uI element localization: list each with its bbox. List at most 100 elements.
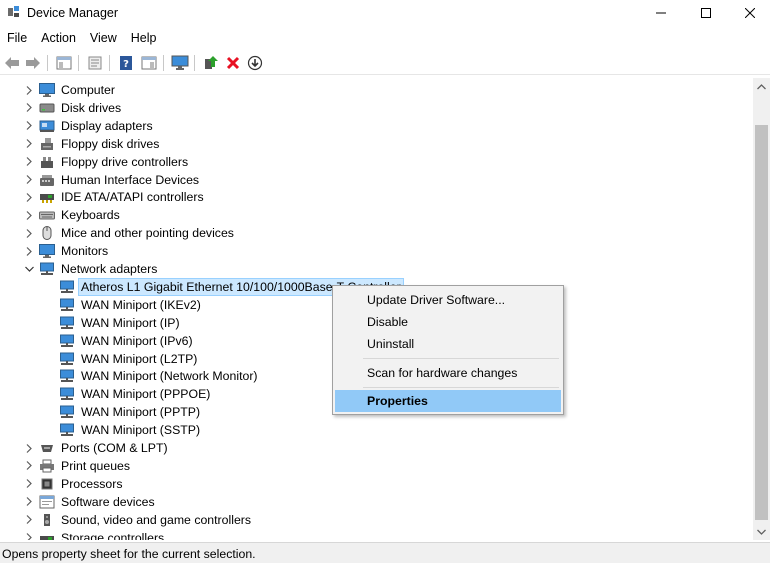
- tree-row[interactable]: Ports (COM & LPT): [23, 439, 743, 457]
- show-hide-console-tree-button[interactable]: [55, 54, 73, 72]
- disable-device-button[interactable]: [246, 54, 264, 72]
- tree-row[interactable]: Display adapters: [23, 117, 743, 135]
- console-tree-icon: [56, 56, 72, 70]
- tree-row-label: Floppy disk drives: [61, 136, 160, 151]
- tree-row[interactable]: Floppy drive controllers: [23, 153, 743, 171]
- toolbar-separator: [109, 55, 110, 71]
- tree-row[interactable]: Processors: [23, 475, 743, 493]
- action-pane-button[interactable]: [140, 54, 158, 72]
- scroll-up-button[interactable]: [753, 78, 770, 95]
- tree-row-label: Ports (COM & LPT): [61, 441, 168, 455]
- uninstall-button[interactable]: [224, 54, 242, 72]
- tree-row-label: WAN Miniport (SSTP): [81, 423, 201, 438]
- menu-file[interactable]: File: [0, 28, 34, 48]
- chevron-down-icon: [24, 266, 34, 272]
- tree-row[interactable]: Storage controllers: [23, 529, 743, 541]
- toolbar-separator: [78, 55, 79, 71]
- tree-row-label: WAN Miniport (IKEv2): [81, 297, 201, 312]
- scroll-thumb[interactable]: [755, 125, 768, 520]
- expand-toggle[interactable]: [23, 475, 35, 493]
- tree-row[interactable]: Print queues: [23, 457, 743, 475]
- chevron-right-icon: [26, 157, 32, 167]
- network-adapter-icon: [59, 369, 75, 383]
- expand-toggle[interactable]: [23, 117, 35, 135]
- monitor-scan-icon: [171, 55, 189, 70]
- expand-toggle[interactable]: [23, 188, 35, 206]
- context-menu-separator: [363, 387, 559, 388]
- tree-row[interactable]: Software devices: [23, 493, 743, 511]
- chevron-right-icon: [26, 121, 32, 131]
- menu-bar: File Action View Help: [0, 28, 770, 48]
- expand-toggle[interactable]: [23, 153, 35, 171]
- expand-toggle[interactable]: [23, 493, 35, 511]
- tree-row[interactable]: Floppy disk drives: [23, 135, 743, 153]
- ide-controller-icon: [39, 190, 55, 204]
- expand-toggle[interactable]: [23, 529, 35, 540]
- network-adapter-icon: [59, 334, 75, 348]
- menu-view[interactable]: View: [83, 28, 124, 48]
- chevron-right-icon: [26, 515, 32, 525]
- title-bar: Device Manager: [0, 0, 770, 26]
- tree-row-label: Storage controllers: [61, 530, 165, 541]
- ctx-properties[interactable]: Properties: [335, 390, 561, 412]
- tree-row[interactable]: IDE ATA/ATAPI controllers: [23, 188, 743, 206]
- tree-row-label: Human Interface Devices: [61, 172, 200, 187]
- context-menu-separator: [363, 358, 559, 359]
- expand-toggle[interactable]: [23, 99, 35, 117]
- tree-row[interactable]: Monitors: [23, 242, 743, 260]
- scroll-down-button[interactable]: [753, 523, 770, 540]
- tree-row[interactable]: Mice and other pointing devices: [23, 224, 743, 242]
- network-adapter-icon: [59, 298, 75, 312]
- tree-row[interactable]: Keyboards: [23, 206, 743, 224]
- menu-help[interactable]: Help: [124, 28, 164, 48]
- network-adapter-icon: [59, 387, 75, 401]
- display-adapter-icon: [39, 119, 55, 133]
- help-toolbar-button[interactable]: ?: [117, 54, 135, 72]
- ctx-disable[interactable]: Disable: [335, 311, 561, 333]
- expand-toggle[interactable]: [23, 135, 35, 153]
- printer-icon: [39, 459, 55, 473]
- expand-toggle[interactable]: [23, 81, 35, 99]
- tree-row-label: IDE ATA/ATAPI controllers: [61, 190, 204, 205]
- chevron-right-icon: [26, 479, 32, 489]
- expand-toggle[interactable]: [23, 511, 35, 529]
- tree-row[interactable]: Computer: [23, 81, 743, 99]
- tree-row[interactable]: Disk drives: [23, 99, 743, 117]
- chevron-right-icon: [26, 533, 32, 540]
- chevron-right-icon: [26, 192, 32, 202]
- chevron-right-icon: [26, 139, 32, 149]
- expand-toggle[interactable]: [23, 171, 35, 189]
- tree-row-label: WAN Miniport (L2TP): [81, 351, 198, 366]
- tree-row[interactable]: Network adapters: [23, 260, 743, 278]
- context-menu: Update Driver Software... Disable Uninst…: [332, 285, 564, 415]
- expand-toggle[interactable]: [23, 224, 35, 242]
- scan-hardware-button[interactable]: [171, 54, 189, 72]
- expand-toggle[interactable]: [23, 457, 35, 475]
- minimize-button[interactable]: [638, 0, 684, 26]
- expand-toggle[interactable]: [23, 242, 35, 260]
- network-adapter-icon: [59, 352, 75, 366]
- maximize-button[interactable]: [683, 0, 729, 26]
- expand-toggle[interactable]: [23, 206, 35, 224]
- status-bar: Opens property sheet for the current sel…: [0, 542, 770, 563]
- close-button[interactable]: [727, 0, 770, 26]
- tree-row[interactable]: Sound, video and game controllers: [23, 511, 743, 529]
- tree-row[interactable]: Human Interface Devices: [23, 171, 743, 189]
- ctx-update-driver[interactable]: Update Driver Software...: [335, 289, 561, 311]
- menu-action[interactable]: Action: [34, 28, 83, 48]
- vertical-scrollbar[interactable]: [753, 78, 770, 540]
- expand-toggle[interactable]: [23, 439, 35, 457]
- chevron-up-icon: [757, 83, 766, 89]
- action-pane-icon: [141, 56, 157, 70]
- network-adapter-icon: [59, 405, 75, 419]
- ctx-scan-hardware[interactable]: Scan for hardware changes: [335, 362, 561, 384]
- tree-row-label: WAN Miniport (Network Monitor): [81, 369, 258, 384]
- tree-row[interactable]: WAN Miniport (SSTP): [43, 421, 743, 439]
- back-button[interactable]: [3, 54, 21, 72]
- window-title: Device Manager: [27, 6, 119, 20]
- properties-toolbar-button[interactable]: [86, 54, 104, 72]
- ctx-uninstall[interactable]: Uninstall: [335, 333, 561, 355]
- update-driver-button[interactable]: [202, 54, 220, 72]
- collapse-toggle[interactable]: [23, 260, 35, 278]
- forward-button[interactable]: [24, 54, 42, 72]
